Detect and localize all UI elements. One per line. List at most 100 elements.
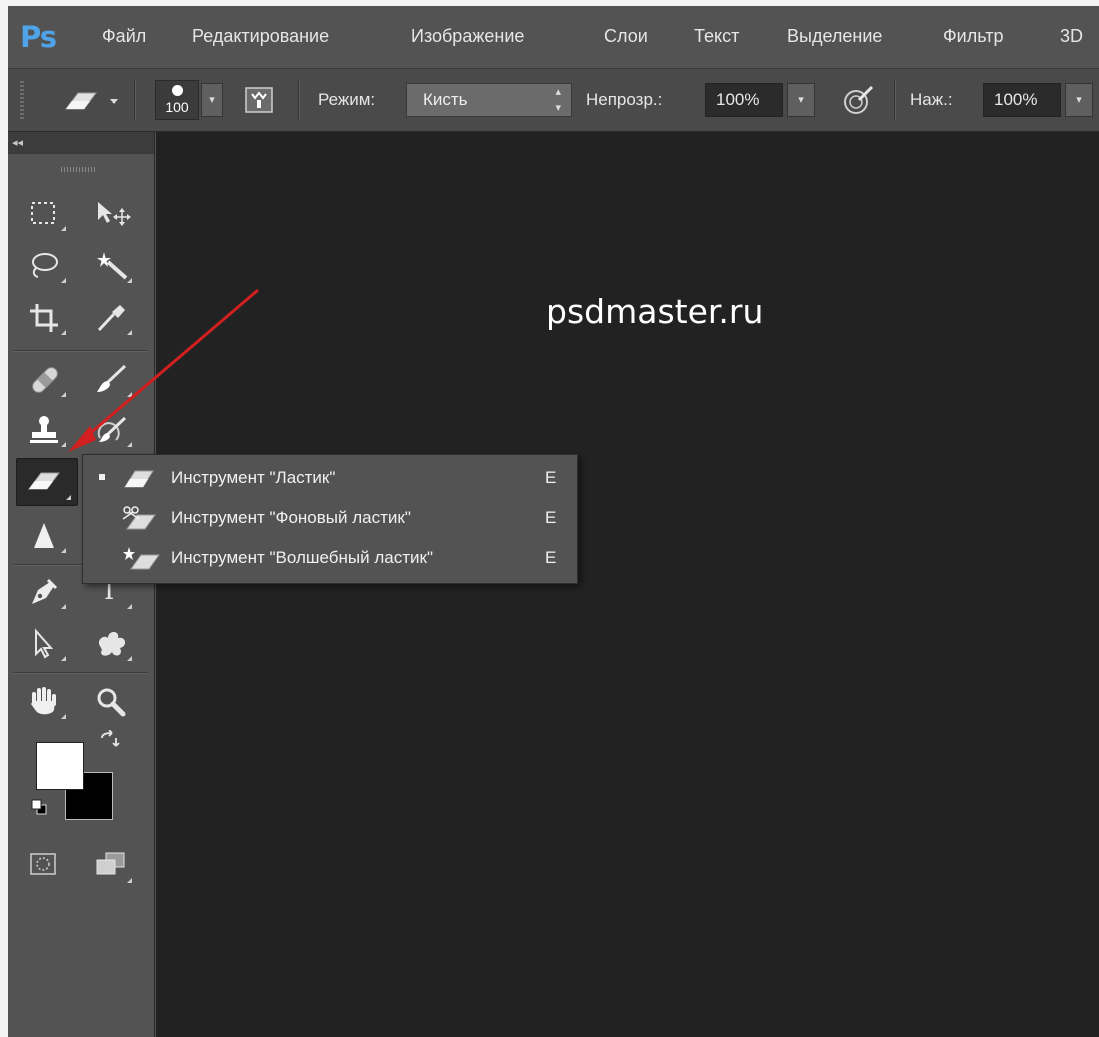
brush-tip-icon [172,85,183,96]
select-arrows-icon: ▴ ▾ [555,86,561,114]
tool-lasso[interactable] [20,244,72,288]
toolbox: ◂◂ I [8,132,155,1037]
menu-edit[interactable]: Редактирование [192,23,329,49]
opacity-input[interactable]: 100% [705,83,783,117]
tool-pen[interactable] [20,570,72,614]
menu-3d[interactable]: 3D [1060,23,1083,49]
tool-sharpen[interactable] [20,514,72,558]
tool-rectangular-marquee[interactable] [20,192,72,236]
tool-history-brush[interactable] [86,408,138,452]
flyout-label: Инструмент "Волшебный ластик" [171,548,433,567]
quick-mask-button[interactable] [20,844,72,888]
history-brush-icon [97,416,127,442]
tool-clone-stamp[interactable] [20,408,72,452]
watermark-text: psdmaster.ru [546,292,764,331]
flyout-label: Инструмент "Фоновый ластик" [171,508,411,527]
tool-preset-picker[interactable] [62,87,122,119]
marquee-icon [31,202,55,224]
tool-healing-brush[interactable] [20,358,72,402]
tool-brush[interactable] [86,358,138,402]
flyout-shortcut: E [545,548,557,567]
pressure-input[interactable]: 100% [983,83,1061,117]
magic-eraser-icon [123,547,160,570]
brush-preset-picker[interactable]: 100 [155,80,199,120]
eraser-icon [28,472,60,490]
tool-eyedropper[interactable] [86,296,138,340]
options-bar: 100 ▾ Режим: Кисть ▴▾ Непрозр.: 100% ▾ [8,68,1099,132]
menu-image[interactable]: Изображение [411,23,524,49]
eraser-icon [124,470,154,488]
divider [134,79,135,121]
chevron-down-icon [110,99,118,104]
pressure-dropdown[interactable]: ▾ [1065,83,1093,117]
menu-select[interactable]: Выделение [787,23,882,49]
zoom-icon [97,688,126,717]
default-colors-button[interactable] [30,798,48,820]
flyout-label: Инструмент "Ластик" [171,468,336,487]
menu-file[interactable]: Файл [102,23,146,49]
lasso-icon [32,253,58,278]
brush-panel-toggle[interactable] [244,85,274,119]
mode-value: Кисть [423,90,468,109]
opacity-label: Непрозр.: [586,90,663,109]
toolbox-collapse-button[interactable]: ◂◂ [8,132,154,154]
sharpen-icon [34,523,54,548]
divider [894,79,895,121]
swap-colors-button[interactable] [98,729,120,756]
menu-layers[interactable]: Слои [604,23,648,49]
pressure-label: Наж.: [910,90,953,109]
flyout-shortcut: E [545,508,557,527]
toolbox-divider [14,350,148,351]
menu-bar: Ps Файл Редактирование Изображение Слои … [8,6,1099,64]
tablet-pressure-icon [844,85,874,114]
swap-arrows-icon [101,729,120,747]
brush-size-dropdown[interactable]: ▾ [201,83,223,117]
mode-label: Режим: [318,90,376,109]
eraser-icon [65,92,118,110]
shape-icon [98,632,126,656]
foreground-color-swatch[interactable] [36,742,84,790]
brush-size-value: 100 [165,99,189,115]
divider [298,79,299,121]
options-bar-grip[interactable] [20,81,24,119]
tool-crop[interactable] [20,296,72,340]
stamp-icon [30,416,58,443]
tool-path-selection[interactable] [20,622,72,666]
flyout-item-eraser[interactable]: Инструмент "Ластик" E [83,459,577,497]
quick-mask-icon [30,853,56,875]
brush-icon [97,364,127,392]
tool-magic-wand[interactable] [86,244,138,288]
background-eraser-icon [122,506,156,530]
screen-mode-icon [96,852,125,875]
opacity-dropdown[interactable]: ▾ [787,83,815,117]
hand-icon [31,687,56,715]
bandage-icon [32,367,58,393]
document-canvas[interactable] [156,132,1099,1037]
eraser-tool-flyout: Инструмент "Ластик" E Инструмент "Фоновы… [82,454,578,584]
mode-select[interactable]: Кисть ▴ ▾ [406,83,572,117]
photoshop-window: Ps Файл Редактирование Изображение Слои … [8,6,1099,1037]
menu-type[interactable]: Текст [694,23,739,49]
tool-custom-shape[interactable] [86,622,138,666]
flyout-item-background-eraser[interactable]: Инструмент "Фоновый ластик" E [83,499,577,537]
crop-icon [30,304,58,332]
eyedropper-icon [97,305,125,332]
tool-hand[interactable] [20,680,72,724]
brush-panel-icon [245,87,273,113]
pen-icon [32,578,58,604]
move-icon [98,202,131,226]
tool-zoom[interactable] [86,680,138,724]
tool-eraser[interactable] [16,458,78,506]
menu-filter[interactable]: Фильтр [943,23,1003,49]
toolbox-divider [14,672,148,673]
tool-move[interactable] [86,192,138,236]
selected-bullet-icon [99,474,105,480]
pressure-opacity-toggle[interactable] [841,84,875,120]
screen-mode-button[interactable] [86,844,138,888]
magic-wand-icon [97,252,128,280]
arrow-icon [35,628,54,659]
flyout-item-magic-eraser[interactable]: Инструмент "Волшебный ластик" E [83,539,577,577]
toolbox-grip[interactable] [61,167,97,172]
ps-logo: Ps [20,20,57,54]
flyout-shortcut: E [545,468,557,487]
